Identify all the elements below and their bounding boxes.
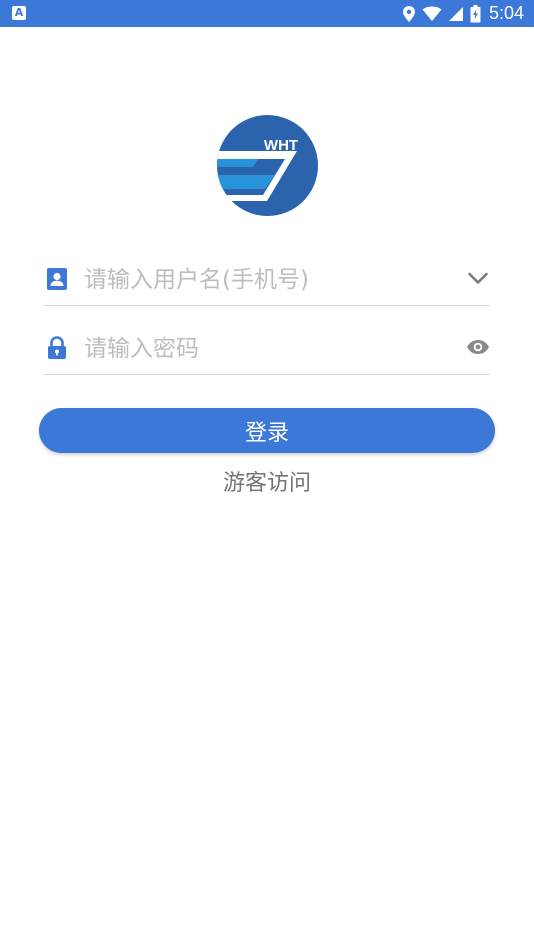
status-icons: 5:04 [402, 0, 524, 27]
password-field-row [44, 324, 490, 375]
chevron-down-icon[interactable] [466, 266, 490, 290]
notification-icon: A [12, 6, 26, 20]
app-logo: WHT [217, 115, 318, 216]
status-time: 5:04 [488, 3, 524, 23]
username-input[interactable] [84, 263, 444, 297]
contact-card-icon [47, 268, 67, 290]
signal-icon [448, 6, 463, 21]
lock-icon [48, 336, 66, 359]
status-bar: A 5:04 [0, 0, 534, 27]
location-icon [402, 5, 415, 22]
username-field-row [44, 255, 490, 306]
eye-icon[interactable] [466, 335, 490, 359]
wifi-icon [422, 6, 442, 21]
password-input[interactable] [84, 332, 444, 366]
login-button[interactable]: 登录 [39, 408, 495, 453]
guest-access-link[interactable]: 游客访问 [0, 465, 534, 497]
logo-text: WHT [264, 137, 298, 154]
battery-charging-icon [470, 4, 481, 22]
